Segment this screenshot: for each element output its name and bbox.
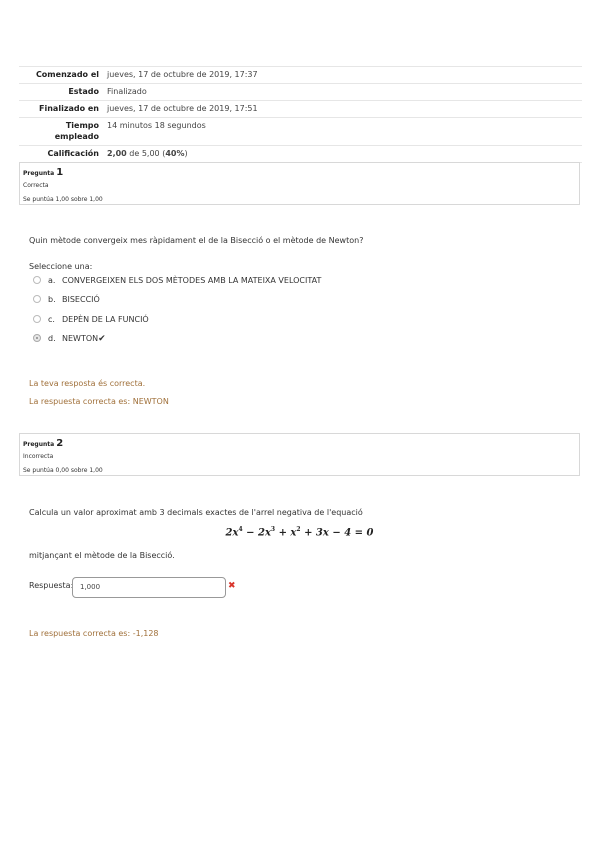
started-label: Comenzado el bbox=[19, 66, 107, 84]
option-b-radio[interactable] bbox=[33, 294, 41, 303]
answer-label: Respuesta: bbox=[29, 581, 74, 590]
summary-row-finished: Finalizado en jueves, 17 de octubre de 2… bbox=[19, 100, 582, 118]
option-c[interactable]: c. DEPÈN DE LA FUNCIÓ bbox=[33, 314, 149, 326]
summary-row-state: Estado Finalizado bbox=[19, 83, 582, 101]
option-c-label: DEPÈN DE LA FUNCIÓ bbox=[62, 315, 149, 324]
question-2-num: 2 bbox=[56, 438, 64, 449]
question-2-info: Pregunta 2 Incorrecta Se puntúa 0,00 sob… bbox=[19, 433, 580, 476]
question-2-right-answer: La respuesta correcta es: -1,128 bbox=[29, 629, 159, 638]
equation: 2x4 − 2x3 + x2 + 3x − 4 = 0 bbox=[0, 526, 599, 538]
option-b-label: BISECCIÓ bbox=[62, 295, 100, 304]
question-1-feedback: La teva resposta és correcta. bbox=[29, 379, 146, 388]
equation-term-2: − 2x bbox=[242, 527, 271, 539]
question-2-text-2: mitjançant el mètode de la Bisecció. bbox=[29, 551, 175, 560]
option-d[interactable]: d. NEWTON✔ bbox=[33, 333, 106, 345]
question-1-info: Pregunta 1 Correcta Se puntúa 1,00 sobre… bbox=[19, 162, 580, 205]
equation-term-3: + x bbox=[275, 527, 297, 539]
time-label-line1: Tiempo bbox=[65, 121, 99, 130]
grade-of: de 5,00 ( bbox=[126, 149, 166, 158]
finished-value: jueves, 17 de octubre de 2019, 17:51 bbox=[107, 100, 582, 118]
correct-check-icon: ✔ bbox=[98, 334, 106, 344]
question-1-state: Correcta bbox=[23, 182, 49, 189]
grade-points: 2,00 bbox=[107, 149, 127, 158]
option-b-letter: b. bbox=[48, 295, 56, 304]
option-a-radio[interactable] bbox=[33, 275, 41, 284]
summary-row-grade: Calificación 2,00 de 5,00 (40%) bbox=[19, 145, 582, 163]
summary-row-started: Comenzado el jueves, 17 de octubre de 20… bbox=[19, 66, 582, 84]
incorrect-x-icon: ✖ bbox=[228, 581, 236, 591]
option-d-label: NEWTON bbox=[62, 334, 99, 343]
option-c-letter: c. bbox=[48, 315, 55, 324]
question-2-number: Pregunta 2 bbox=[23, 438, 579, 450]
option-d-radio-selected[interactable] bbox=[33, 333, 41, 342]
option-a-letter: a. bbox=[48, 276, 56, 285]
grade-value: 2,00 de 5,00 (40%) bbox=[107, 145, 582, 163]
question-1-right-answer: La respuesta correcta es: NEWTON bbox=[29, 397, 169, 406]
option-a[interactable]: a. CONVERGEIXEN ELS DOS MÈTODES AMB LA MA… bbox=[33, 275, 321, 287]
equation-term-1: 2x bbox=[225, 527, 239, 539]
time-value: 14 minutos 18 segundos bbox=[107, 117, 582, 146]
summary-row-time: Tiempo empleado 14 minutos 18 segundos bbox=[19, 117, 582, 146]
option-c-radio[interactable] bbox=[33, 314, 41, 323]
option-b[interactable]: b. BISECCIÓ bbox=[33, 294, 100, 306]
question-1-grade: Se puntúa 1,00 sobre 1,00 bbox=[23, 196, 103, 203]
question-1-prompt: Seleccione una: bbox=[29, 262, 93, 271]
question-1-number: Pregunta 1 bbox=[23, 167, 579, 179]
option-a-label: CONVERGEIXEN ELS DOS MÈTODES AMB LA MATE… bbox=[62, 276, 322, 285]
grade-label: Calificación bbox=[19, 145, 107, 163]
question-2-text: Calcula un valor aproximat amb 3 decimal… bbox=[29, 508, 363, 517]
time-label: Tiempo empleado bbox=[19, 117, 107, 146]
equation-term-4: + 3x − 4 = 0 bbox=[300, 527, 374, 539]
answer-input[interactable]: 1,000 bbox=[72, 577, 226, 598]
question-1-text: Quin mètode convergeix mes ràpidament el… bbox=[29, 236, 364, 245]
question-2-state: Incorrecta bbox=[23, 453, 54, 460]
option-d-letter: d. bbox=[48, 334, 56, 343]
state-value: Finalizado bbox=[107, 83, 582, 101]
time-label-line2: empleado bbox=[54, 132, 99, 141]
question-2-label: Pregunta bbox=[23, 441, 55, 448]
question-2-grade: Se puntúa 0,00 sobre 1,00 bbox=[23, 467, 103, 474]
state-label: Estado bbox=[19, 83, 107, 101]
started-value: jueves, 17 de octubre de 2019, 17:37 bbox=[107, 66, 582, 84]
finished-label: Finalizado en bbox=[19, 100, 107, 118]
grade-close: ) bbox=[184, 149, 188, 158]
attempt-summary-table: Comenzado el jueves, 17 de octubre de 20… bbox=[19, 66, 582, 163]
question-1-num: 1 bbox=[56, 167, 64, 178]
question-1-label: Pregunta bbox=[23, 170, 55, 177]
grade-percent: 40% bbox=[165, 149, 185, 158]
